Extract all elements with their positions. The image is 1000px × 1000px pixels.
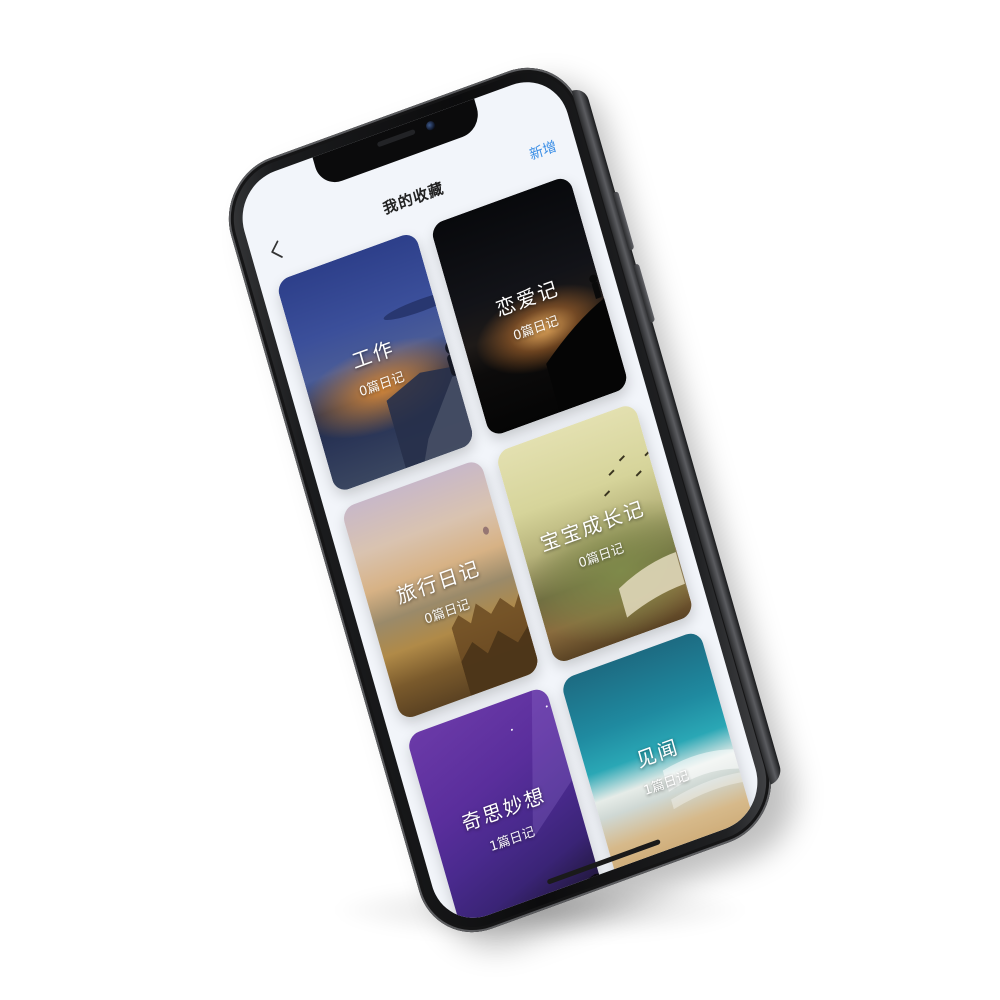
front-camera-icon (425, 119, 437, 132)
phone-screen: 我的收藏 新增 工作 0篇日记 恋爱记 0篇日记 旅行日记 0篇日记 宝宝成长记… (231, 69, 769, 931)
add-button[interactable]: 新增 (527, 136, 559, 165)
collection-grid: 工作 0篇日记 恋爱记 0篇日记 旅行日记 0篇日记 宝宝成长记 0篇日记 奇思… (275, 174, 760, 931)
speaker-grille (376, 128, 416, 148)
phone-device: 我的收藏 新增 工作 0篇日记 恋爱记 0篇日记 旅行日记 0篇日记 宝宝成长记… (214, 50, 786, 950)
stage: 我的收藏 新增 工作 0篇日记 恋爱记 0篇日记 旅行日记 0篇日记 宝宝成长记… (0, 0, 1000, 1000)
